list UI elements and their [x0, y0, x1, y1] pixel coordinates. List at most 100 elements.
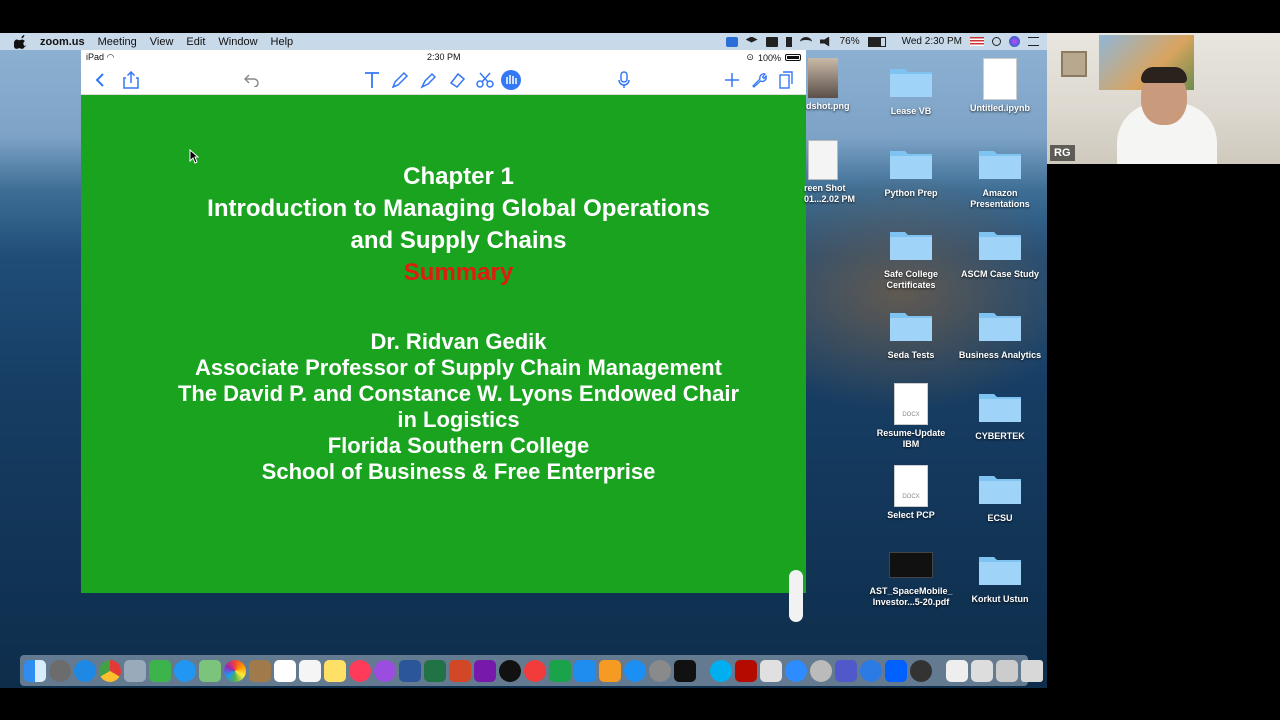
- share-icon[interactable]: [120, 69, 142, 91]
- maps-icon[interactable]: [199, 659, 221, 682]
- notes-icon[interactable]: [324, 659, 346, 682]
- photos-icon[interactable]: [224, 659, 246, 682]
- back-icon[interactable]: [89, 69, 111, 91]
- messages-icon[interactable]: [174, 659, 196, 682]
- desktop-folder-ascm-case-study[interactable]: ASCM Case Study: [955, 227, 1045, 280]
- wrench-icon[interactable]: [748, 69, 770, 91]
- zoom-icon[interactable]: [785, 659, 807, 682]
- zoom-sidebar-black: [1047, 164, 1280, 688]
- image-thumbnail-icon: [808, 140, 838, 180]
- participant-video[interactable]: RG: [1047, 33, 1280, 164]
- siri-icon[interactable]: [1009, 36, 1020, 47]
- desktop-folder-lease-vb[interactable]: Lease VB: [866, 64, 956, 117]
- ipad-battery-percent: 100%: [757, 52, 781, 63]
- desktop-folder-ecsu[interactable]: ECSU: [955, 471, 1045, 524]
- bi-icon[interactable]: [765, 36, 778, 47]
- desktop-file-screenshot[interactable]: reen Shot 01...2.02 PM: [786, 140, 861, 205]
- documents-stack-icon[interactable]: [971, 659, 993, 682]
- facetime-icon[interactable]: [149, 659, 171, 682]
- desktop-folder-business-analytics[interactable]: Business Analytics: [955, 308, 1045, 361]
- bluetooth-icon[interactable]: [785, 36, 792, 47]
- menu-meeting[interactable]: Meeting: [98, 36, 137, 48]
- screenshots-stack-icon[interactable]: [996, 659, 1018, 682]
- desktop-folder-python-prep[interactable]: Python Prep: [866, 146, 956, 199]
- pen-tool-icon[interactable]: [389, 69, 411, 91]
- skype-icon[interactable]: [710, 659, 732, 682]
- page-scroller[interactable]: [789, 570, 803, 622]
- intellij-icon[interactable]: [674, 659, 696, 682]
- desktop-file-select-pcp[interactable]: DOCX Select PCP: [866, 465, 956, 521]
- mouse-cursor-icon: [189, 149, 199, 164]
- us-flag-icon[interactable]: [970, 37, 984, 46]
- vpn-icon[interactable]: [860, 659, 882, 682]
- undo-icon[interactable]: [241, 69, 263, 91]
- lasso-tool-icon[interactable]: [474, 69, 496, 91]
- desktop-file-untitled-ipynb[interactable]: Untitled.ipynb: [955, 58, 1045, 114]
- launchpad-icon[interactable]: [49, 659, 71, 682]
- menu-clock[interactable]: Wed 2:30 PM: [902, 36, 962, 47]
- pages-icon[interactable]: [599, 659, 621, 682]
- ipad-notes-toolbar: [81, 64, 806, 95]
- acrobat-reader-icon[interactable]: [760, 659, 782, 682]
- slide-title-line-3: and Supply Chains: [350, 227, 567, 254]
- desktop-folder-amazon-presentations[interactable]: Amazon Presentations: [955, 146, 1045, 210]
- highlighter-tool-icon[interactable]: [418, 69, 440, 91]
- app-store-icon[interactable]: [624, 659, 646, 682]
- desktop-folder-safe-college[interactable]: Safe College Certificates: [866, 227, 956, 291]
- preview-icon[interactable]: [124, 659, 146, 682]
- safari-icon[interactable]: [74, 659, 96, 682]
- spotlight-icon[interactable]: [992, 37, 1001, 46]
- menu-view[interactable]: View: [150, 36, 174, 48]
- system-preferences-icon[interactable]: [649, 659, 671, 682]
- ipad-wifi-icon: ◠: [106, 52, 115, 62]
- wifi-icon[interactable]: [799, 36, 812, 47]
- desktop-folder-korkut-ustun[interactable]: Korkut Ustun: [955, 552, 1045, 605]
- calendar-icon[interactable]: [274, 659, 296, 682]
- news-icon[interactable]: [524, 659, 546, 682]
- notification-center-icon[interactable]: [1028, 37, 1039, 46]
- desktop-folder-cybertek[interactable]: CYBERTEK: [955, 389, 1045, 442]
- menu-help[interactable]: Help: [271, 36, 294, 48]
- author-name: Dr. Ridvan Gedik: [370, 329, 547, 354]
- teams-icon[interactable]: [835, 659, 857, 682]
- menu-app-name[interactable]: zoom.us: [40, 36, 85, 48]
- excel-icon[interactable]: [424, 659, 446, 682]
- finder-icon[interactable]: [24, 659, 46, 682]
- desktop-file-headshot[interactable]: dshot.png: [786, 58, 861, 112]
- menu-edit[interactable]: Edit: [186, 36, 205, 48]
- screenshot-app-icon[interactable]: [910, 659, 932, 682]
- tex-icon[interactable]: [810, 659, 832, 682]
- downloads-stack-icon[interactable]: [946, 659, 968, 682]
- keynote-icon[interactable]: [574, 659, 596, 682]
- trash-icon[interactable]: [1021, 659, 1043, 682]
- microphone-icon[interactable]: [613, 69, 635, 91]
- folder-icon: [979, 394, 1021, 422]
- eraser-tool-icon[interactable]: [446, 69, 468, 91]
- hand-tool-icon[interactable]: [500, 69, 522, 91]
- notebook-icon[interactable]: [249, 659, 271, 682]
- apple-tv-icon[interactable]: [499, 659, 521, 682]
- battery-icon[interactable]: [867, 36, 886, 47]
- add-icon[interactable]: [721, 69, 743, 91]
- music-icon[interactable]: [349, 659, 371, 682]
- text-tool-icon[interactable]: [361, 69, 383, 91]
- menu-window[interactable]: Window: [218, 36, 257, 48]
- powerpoint-icon[interactable]: [449, 659, 471, 682]
- participant-initials: RG: [1050, 145, 1075, 161]
- desktop-file-ast-spacemobile-pdf[interactable]: AST_SpaceMobile_ Investor...5-20.pdf: [866, 552, 956, 608]
- dropbox-app-icon[interactable]: [885, 659, 907, 682]
- chrome-icon[interactable]: [99, 659, 121, 682]
- desktop-file-resume-update[interactable]: DOCX Resume-Update IBM: [866, 383, 956, 450]
- volume-icon[interactable]: [819, 36, 830, 47]
- dropbox-icon[interactable]: [745, 36, 758, 43]
- podcasts-icon[interactable]: [374, 659, 396, 682]
- screen-share-icon[interactable]: [725, 36, 738, 47]
- word-icon[interactable]: [399, 659, 421, 682]
- reminders-icon[interactable]: [299, 659, 321, 682]
- acrobat-icon[interactable]: [735, 659, 757, 682]
- apple-icon[interactable]: [14, 34, 28, 49]
- onenote-icon[interactable]: [474, 659, 496, 682]
- desktop-folder-seda-tests[interactable]: Seda Tests: [866, 308, 956, 361]
- numbers-icon[interactable]: [549, 659, 571, 682]
- dock: [20, 655, 1043, 686]
